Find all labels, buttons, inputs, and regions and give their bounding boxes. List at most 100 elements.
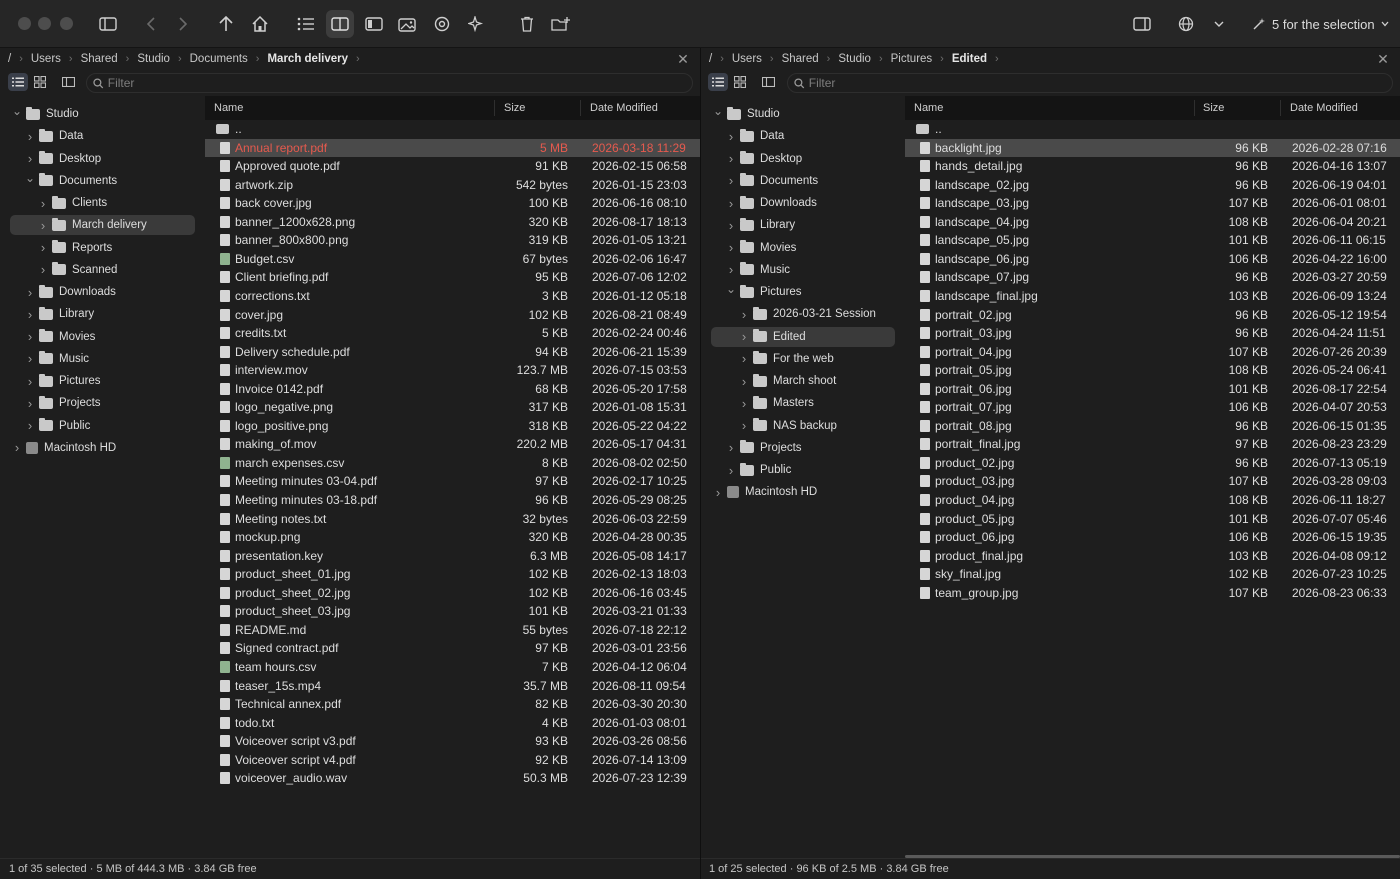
column-name-header[interactable]: Name <box>214 96 243 120</box>
file-row[interactable]: product_03.jpg 107 KB 2026-03-28 09:03 <box>905 472 1400 490</box>
chevron-right-icon[interactable]: › <box>25 393 35 413</box>
chevron-down-icon[interactable] <box>1205 10 1233 38</box>
tree-item-documents[interactable]: › Documents <box>701 171 905 191</box>
breadcrumb-item-documents[interactable]: Documents › <box>190 53 268 65</box>
chevron-right-icon[interactable]: › <box>713 482 723 502</box>
file-row[interactable]: Technical annex.pdf 82 KB 2026-03-30 20:30 <box>205 695 700 713</box>
inspector-toggle-icon[interactable] <box>1128 10 1156 38</box>
file-row[interactable]: corrections.txt 3 KB 2026-01-12 05:18 <box>205 287 700 305</box>
file-row[interactable]: banner_800x800.png 319 KB 2026-01-05 13:21 <box>205 231 700 249</box>
chevron-right-icon[interactable]: › <box>739 349 749 369</box>
parent-folder-icon[interactable] <box>212 10 240 38</box>
tree-item-edited[interactable]: › Edited <box>711 326 895 347</box>
file-row[interactable]: Budget.csv 67 bytes 2026-02-06 16:47 <box>205 250 700 268</box>
column-date-header[interactable]: Date Modified <box>590 96 658 120</box>
file-row[interactable]: logo_positive.png 318 KB 2026-05-22 04:22 <box>205 417 700 435</box>
file-row[interactable]: hands_detail.jpg 96 KB 2026-04-16 13:07 <box>905 157 1400 175</box>
chevron-right-icon[interactable]: › <box>25 371 35 391</box>
file-row[interactable]: portrait_08.jpg 96 KB 2026-06-15 01:35 <box>905 417 1400 435</box>
list-view-icon[interactable] <box>292 10 320 38</box>
forward-icon[interactable] <box>169 10 197 38</box>
chevron-right-icon[interactable]: › <box>38 193 48 213</box>
chevron-right-icon[interactable]: › <box>726 193 736 213</box>
file-row[interactable]: Invoice 0142.pdf 68 KB 2026-05-20 17:58 <box>205 380 700 398</box>
file-row[interactable]: artwork.zip 542 bytes 2026-01-15 23:03 <box>205 176 700 194</box>
minimize-window-button[interactable] <box>38 17 51 30</box>
tree-item-clients[interactable]: › Clients <box>0 193 205 213</box>
chevron-right-icon[interactable]: › <box>739 327 749 347</box>
file-row[interactable]: Voiceover script v4.pdf 92 KB 2026-07-14 1… <box>205 751 700 769</box>
list-view-icon[interactable] <box>8 73 28 91</box>
column-size-header[interactable]: Size <box>504 96 525 120</box>
chevron-right-icon[interactable]: › <box>25 416 35 436</box>
parent-directory-row[interactable]: .. <box>205 120 700 138</box>
file-row[interactable]: product_04.jpg 108 KB 2026-06-11 18:27 <box>905 491 1400 509</box>
file-row[interactable]: product_05.jpg 101 KB 2026-07-07 05:46 <box>905 510 1400 528</box>
file-row[interactable]: team_group.jpg 107 KB 2026-08-23 06:33 <box>905 584 1400 602</box>
breadcrumb-item-edited[interactable]: Edited › <box>952 53 1007 65</box>
chevron-right-icon[interactable]: › <box>726 260 736 280</box>
filter-field[interactable] <box>787 73 1393 93</box>
file-row[interactable]: portrait_05.jpg 108 KB 2026-05-24 06:41 <box>905 361 1400 379</box>
chevron-right-icon[interactable]: › <box>726 149 736 169</box>
file-row[interactable]: portrait_03.jpg 96 KB 2026-04-24 11:51 <box>905 324 1400 342</box>
chevron-right-icon[interactable]: › <box>739 416 749 436</box>
close-pane-icon[interactable]: ✕ <box>1376 52 1390 66</box>
file-row[interactable]: teaser_15s.mp4 35.7 MB 2026-08-11 09:54 <box>205 677 700 695</box>
file-row[interactable]: making_of.mov 220.2 MB 2026-05-17 04:31 <box>205 435 700 453</box>
chevron-right-icon[interactable]: › <box>739 393 749 413</box>
file-row[interactable]: portrait_07.jpg 106 KB 2026-04-07 20:53 <box>905 398 1400 416</box>
dual-pane-icon[interactable] <box>326 10 354 38</box>
tree-item-data[interactable]: › Data <box>0 126 205 146</box>
file-row[interactable]: logo_negative.png 317 KB 2026-01-08 15:31 <box>205 398 700 416</box>
tree-item-library[interactable]: › Library <box>701 215 905 235</box>
file-row[interactable]: banner_1200x628.png 320 KB 2026-08-17 18:1… <box>205 213 700 231</box>
breadcrumb-item-march-delivery[interactable]: March delivery › <box>267 53 367 65</box>
tree-item-documents[interactable]: ⌄ Documents <box>0 171 205 191</box>
chevron-right-icon[interactable]: › <box>25 327 35 347</box>
file-row[interactable]: product_sheet_01.jpg 102 KB 2026-02-13 18:… <box>205 565 700 583</box>
tree-item-data[interactable]: › Data <box>701 126 905 146</box>
sidebar-toggle-icon[interactable] <box>94 10 122 38</box>
tree-item-movies[interactable]: › Movies <box>701 238 905 258</box>
chevron-right-icon[interactable]: › <box>726 238 736 258</box>
tree-item-march-shoot[interactable]: › March shoot <box>701 371 905 391</box>
zoom-window-button[interactable] <box>60 17 73 30</box>
file-row[interactable]: Meeting minutes 03-18.pdf 96 KB 2026-05-29… <box>205 491 700 509</box>
file-row[interactable]: portrait_02.jpg 96 KB 2026-05-12 19:54 <box>905 306 1400 324</box>
close-pane-icon[interactable]: ✕ <box>676 52 690 66</box>
tree-item-projects[interactable]: › Projects <box>701 438 905 458</box>
file-row[interactable]: Client briefing.pdf 95 KB 2026-07-06 12:02 <box>205 268 700 286</box>
tree-item-desktop[interactable]: › Desktop <box>701 149 905 169</box>
chevron-right-icon[interactable]: › <box>726 438 736 458</box>
file-row[interactable]: product_06.jpg 106 KB 2026-06-15 19:35 <box>905 528 1400 546</box>
file-row[interactable]: Approved quote.pdf 91 KB 2026-02-15 06:58 <box>205 157 700 175</box>
chevron-down-icon[interactable]: ⌄ <box>25 168 35 188</box>
tree-item-reports[interactable]: › Reports <box>0 238 205 258</box>
chevron-right-icon[interactable]: › <box>739 371 749 391</box>
tree-item-scanned[interactable]: › Scanned <box>0 260 205 280</box>
chevron-right-icon[interactable]: › <box>12 438 22 458</box>
breadcrumb-item-users[interactable]: Users › <box>31 53 81 65</box>
file-row[interactable]: todo.txt 4 KB 2026-01-03 08:01 <box>205 714 700 732</box>
tree-item-downloads[interactable]: › Downloads <box>0 282 205 302</box>
breadcrumb-item-shared[interactable]: Shared › <box>782 53 839 65</box>
column-name-header[interactable]: Name <box>914 96 943 120</box>
chevron-right-icon[interactable]: › <box>25 149 35 169</box>
file-row[interactable]: presentation.key 6.3 MB 2026-05-08 14:17 <box>205 547 700 565</box>
file-row[interactable]: march expenses.csv 8 KB 2026-08-02 02:50 <box>205 454 700 472</box>
chevron-right-icon[interactable]: › <box>25 126 35 146</box>
tree-item-movies[interactable]: › Movies <box>0 327 205 347</box>
home-icon[interactable] <box>246 10 274 38</box>
back-icon[interactable] <box>137 10 165 38</box>
sparkle-icon[interactable] <box>462 10 490 38</box>
tree-item-projects[interactable]: › Projects <box>0 393 205 413</box>
file-row[interactable]: sky_final.jpg 102 KB 2026-07-23 10:25 <box>905 565 1400 583</box>
breadcrumb-item-root[interactable]: / › <box>709 53 732 65</box>
file-row[interactable]: Delivery schedule.pdf 94 KB 2026-06-21 15:… <box>205 343 700 361</box>
network-globe-icon[interactable] <box>1172 10 1200 38</box>
tree-item-2026-03-21-session[interactable]: › 2026-03-21 Session <box>701 304 905 324</box>
chevron-down-icon[interactable]: ⌄ <box>726 279 736 299</box>
file-row[interactable]: mockup.png 320 KB 2026-04-28 00:35 <box>205 528 700 546</box>
chevron-right-icon[interactable]: › <box>25 304 35 324</box>
